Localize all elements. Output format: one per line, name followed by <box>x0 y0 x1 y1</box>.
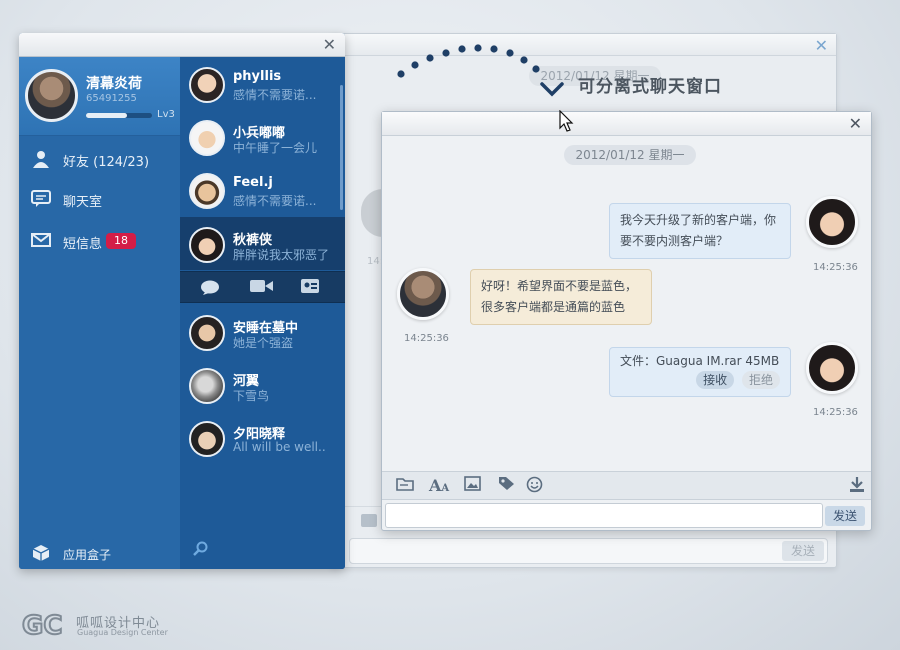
accept-file-button[interactable]: 接收 <box>696 371 735 389</box>
search-icon[interactable] <box>192 541 208 561</box>
nav-chatroom[interactable]: 聊天室 <box>19 184 180 214</box>
send-button[interactable]: 发送 <box>825 506 865 526</box>
nav-messages[interactable]: 短信息 18 <box>19 226 180 256</box>
message-timestamp: 14:25:36 <box>404 333 449 344</box>
user-id: 65491255 <box>86 93 137 104</box>
chatroom-icon <box>31 190 51 208</box>
detach-arrow-icon <box>397 44 564 97</box>
nav-chatroom-label: 聊天室 <box>63 195 103 210</box>
ghost-message-input <box>349 538 828 564</box>
reject-file-button[interactable]: 拒绝 <box>741 371 780 389</box>
chat-bubble-icon[interactable] <box>200 279 220 299</box>
my-avatar[interactable] <box>806 342 858 394</box>
contact-avatar <box>189 368 225 404</box>
message-line: 很多客户端都是通篇的蓝色 <box>481 300 626 314</box>
panel-close-icon[interactable]: ✕ <box>323 35 336 54</box>
contact-avatar[interactable] <box>397 268 449 320</box>
contact-avatar <box>189 227 225 263</box>
level-progress-fill <box>86 113 127 118</box>
ghost-folder-icon <box>361 514 377 527</box>
image-icon[interactable] <box>464 476 481 495</box>
panel-titlebar: ✕ <box>19 33 345 57</box>
logo-english-name: Guagua Design Center <box>77 628 168 637</box>
contact-panel: ✕ 清幕炎荷 65491255 Lv3 好友 (124/23) 聊天室 短信息 <box>19 33 345 569</box>
contact-item[interactable]: 安睡在墓中 她是个强盗 <box>180 305 345 358</box>
sidebar: 清幕炎荷 65491255 Lv3 好友 (124/23) 聊天室 短信息 18 <box>19 57 180 569</box>
video-call-icon[interactable] <box>250 279 274 297</box>
contact-last-message: All will be well.. <box>233 440 326 454</box>
contact-last-message: 感情不需要诺... <box>233 88 317 102</box>
contact-avatar <box>189 173 225 209</box>
mail-icon <box>31 232 51 250</box>
guagua-logo: GC <box>22 610 63 638</box>
mouse-cursor-icon <box>559 110 574 132</box>
message-line: 好呀！希望界面不要是蓝色， <box>481 279 638 293</box>
nav-friends[interactable]: 好友 (124/23) <box>19 144 180 174</box>
ghost-avatar <box>361 189 383 237</box>
ghost-send-button: 发送 <box>782 541 824 561</box>
level-label: Lv3 <box>157 109 175 120</box>
emoji-icon[interactable] <box>526 476 543 497</box>
tag-icon[interactable] <box>498 476 515 495</box>
chat-titlebar[interactable]: ✕ <box>382 112 871 136</box>
font-icon[interactable]: AA <box>429 476 449 495</box>
unread-badge: 18 <box>106 233 136 249</box>
message-bubble-incoming: 好呀！希望界面不要是蓝色， 很多客户端都是通篇的蓝色 <box>470 269 652 325</box>
profile-card[interactable]: 清幕炎荷 65491255 Lv3 <box>19 57 180 136</box>
message-bubble-outgoing: 我今天升级了新的客户端，你 要不要内测客户端？ <box>609 203 791 259</box>
profile-card-icon[interactable] <box>301 279 319 297</box>
nav-friends-label: 好友 (124/23) <box>63 155 150 170</box>
contact-last-message: 胖胖说我太邪恶了 <box>233 248 330 262</box>
contact-item[interactable]: 河翼 下雪鸟 <box>180 358 345 411</box>
contact-last-message: 中午睡了一会儿 <box>233 141 318 155</box>
chat-toolbar: AA <box>382 471 871 500</box>
message-input[interactable] <box>385 503 823 528</box>
user-name: 清幕炎荷 <box>86 76 142 92</box>
contact-item[interactable]: phyllis 感情不需要诺... <box>180 57 345 110</box>
folder-icon[interactable] <box>396 476 414 495</box>
app-box-button[interactable]: 应用盒子 <box>19 537 180 569</box>
contact-avatar <box>189 421 225 457</box>
chat-close-icon[interactable]: ✕ <box>849 114 862 133</box>
chat-date-label: 2012/01/12 星期一 <box>564 145 696 165</box>
contact-name: phyllis <box>233 69 282 84</box>
contact-name: Feel.j <box>233 175 273 190</box>
nav-messages-label: 短信息 <box>63 237 103 252</box>
feature-caption: 可分离式聊天窗口 <box>578 77 722 97</box>
file-info: 文件：Guagua IM.rar 45MB <box>620 354 780 368</box>
app-box-label: 应用盒子 <box>63 548 112 562</box>
contact-avatar <box>189 120 225 156</box>
contact-last-message: 感情不需要诺... <box>233 194 317 208</box>
contact-item-selected[interactable]: 秋裤侠 胖胖说我太邪恶了 <box>180 217 345 270</box>
contact-avatar <box>189 67 225 103</box>
contact-avatar <box>189 315 225 351</box>
svg-text:GC: GC <box>22 611 62 638</box>
user-avatar[interactable] <box>25 69 78 122</box>
my-avatar[interactable] <box>806 196 858 248</box>
chat-window: ✕ 2012/01/12 星期一 我今天升级了新的客户端，你 要不要内测客户端？… <box>381 111 872 531</box>
message-line: 我今天升级了新的客户端，你 <box>620 213 777 227</box>
contact-action-bar <box>180 271 345 303</box>
file-transfer-bubble: 文件：Guagua IM.rar 45MB 接收 拒绝 <box>609 347 791 397</box>
friends-icon <box>31 150 51 168</box>
contact-last-message: 她是个强盗 <box>233 336 294 350</box>
download-icon[interactable] <box>849 476 865 497</box>
cube-icon <box>31 544 51 562</box>
level-progress-bar <box>86 113 152 118</box>
contact-last-message: 下雪鸟 <box>233 389 270 403</box>
contact-item[interactable]: Feel.j 感情不需要诺... <box>180 163 345 216</box>
message-line: 要不要内测客户端？ <box>620 234 729 248</box>
message-timestamp: 14:25:36 <box>813 407 858 418</box>
message-timestamp: 14:25:36 <box>813 262 858 273</box>
contact-item[interactable]: 夕阳晓释 All will be well.. <box>180 411 345 464</box>
contact-item[interactable]: 小兵嘟嘟 中午睡了一会儿 <box>180 110 345 163</box>
contact-list: phyllis 感情不需要诺... 小兵嘟嘟 中午睡了一会儿 Feel.j 感情… <box>180 57 345 569</box>
ghost-close-icon[interactable]: ✕ <box>815 36 828 55</box>
